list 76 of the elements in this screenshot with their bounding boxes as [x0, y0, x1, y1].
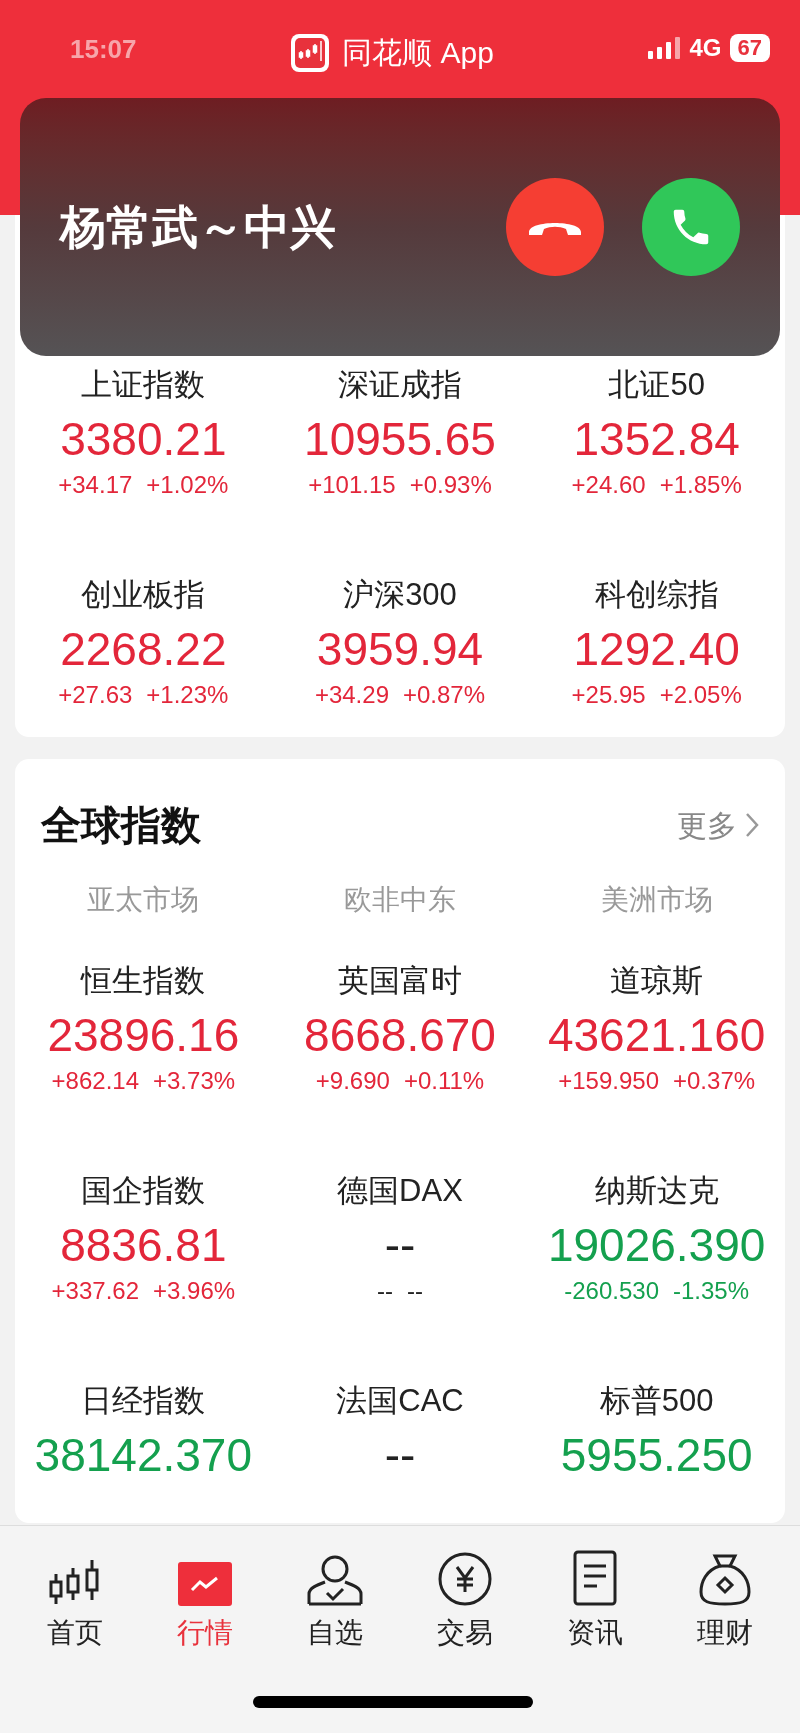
index-change: +34.17 — [58, 470, 133, 500]
index-value: -- — [384, 1428, 416, 1483]
index-name[interactable]: 道琼斯 — [610, 961, 704, 1001]
index-value: 5955.250 — [560, 1428, 753, 1483]
index-change: -260.530 — [564, 1276, 659, 1306]
money-bag-icon — [699, 1552, 751, 1606]
index-name[interactable]: 沪深300 — [343, 575, 457, 615]
index-percent: +0.11% — [403, 1066, 485, 1096]
index-change: +25.95 — [571, 680, 646, 710]
caller-name: 杨常武～中兴 — [60, 199, 336, 255]
index-value: 23896.16 — [47, 1008, 240, 1063]
tab-bar-item[interactable]: 资讯 — [530, 1540, 660, 1650]
document-icon — [573, 1550, 617, 1606]
index-value: 19026.390 — [547, 1218, 766, 1273]
index-value: 2268.22 — [60, 622, 227, 677]
index-value: -- — [384, 1218, 416, 1273]
network-label: 4G — [689, 33, 722, 63]
person-check-icon — [307, 1554, 363, 1606]
index-change: +34.29 — [314, 680, 389, 710]
index-name[interactable]: 恒生指数 — [81, 961, 206, 1001]
index-value: 3959.94 — [316, 622, 484, 677]
candlestick-icon — [49, 1560, 101, 1606]
index-name[interactable]: 国企指数 — [81, 1171, 206, 1211]
app-name: 同花顺 App — [342, 35, 494, 71]
yen-coin-icon — [438, 1552, 492, 1606]
index-percent: -1.35% — [673, 1276, 750, 1306]
index-change: +24.60 — [571, 470, 646, 500]
index-change: +9.690 — [315, 1066, 390, 1096]
index-name[interactable]: 日经指数 — [81, 1381, 206, 1421]
index-value: 1352.84 — [573, 412, 740, 467]
tab-bar-item[interactable]: 行情 — [140, 1540, 270, 1650]
index-value: 38142.370 — [34, 1428, 253, 1483]
index-percent: +0.37% — [673, 1066, 756, 1096]
index-change: -- — [377, 1276, 393, 1306]
index-name[interactable]: 科创综指 — [594, 575, 719, 615]
index-percent: +1.23% — [146, 680, 229, 710]
index-percent: +1.85% — [659, 470, 742, 500]
index-change: +101.15 — [308, 470, 396, 500]
index-value: 8668.670 — [304, 1008, 496, 1063]
index-name[interactable]: 德国DAX — [337, 1171, 463, 1211]
index-value: 8836.81 — [60, 1218, 227, 1273]
index-change: +159.950 — [558, 1066, 659, 1096]
index-name[interactable]: 法国CAC — [336, 1381, 464, 1421]
tab-bar-item[interactable]: 交易 — [400, 1540, 530, 1650]
tab-bar-item[interactable]: 首页 — [10, 1540, 140, 1650]
index-name[interactable]: 北证50 — [608, 365, 705, 405]
signal-icon — [647, 37, 682, 59]
index-percent: +3.73% — [153, 1066, 236, 1096]
index-name[interactable]: 标普500 — [599, 1381, 714, 1421]
index-value: 1292.40 — [573, 622, 740, 677]
index-name[interactable]: 纳斯达克 — [594, 1171, 719, 1211]
tab-bar-item[interactable]: 自选 — [270, 1540, 400, 1650]
index-value: 43621.160 — [547, 1008, 766, 1063]
battery-level: 67 — [729, 34, 770, 62]
index-percent: +3.96% — [153, 1276, 236, 1306]
index-name[interactable]: 深证成指 — [338, 365, 462, 405]
index-change: +337.62 — [51, 1276, 139, 1306]
section-title: 全球指数 — [41, 802, 201, 849]
index-percent: -- — [407, 1276, 423, 1306]
index-change: +27.63 — [58, 680, 133, 710]
index-change: +862.14 — [51, 1066, 139, 1096]
tab-bar-item[interactable]: 理财 — [660, 1540, 790, 1650]
status-time: 15:07 — [70, 33, 137, 66]
index-value: 10955.65 — [304, 412, 496, 467]
index-percent: +0.93% — [409, 470, 492, 500]
chevron-right-icon — [745, 812, 759, 838]
index-name[interactable]: 上证指数 — [81, 365, 206, 405]
index-percent: +1.02% — [146, 470, 229, 500]
index-percent: +2.05% — [659, 680, 742, 710]
more-link[interactable]: 更多 — [677, 802, 759, 848]
trend-chart-icon — [178, 1562, 232, 1606]
index-name[interactable]: 英国富时 — [338, 961, 462, 1001]
index-percent: +0.87% — [403, 680, 486, 710]
index-value: 3380.21 — [60, 412, 227, 467]
index-name[interactable]: 创业板指 — [81, 575, 206, 615]
app-logo-icon — [290, 32, 331, 73]
